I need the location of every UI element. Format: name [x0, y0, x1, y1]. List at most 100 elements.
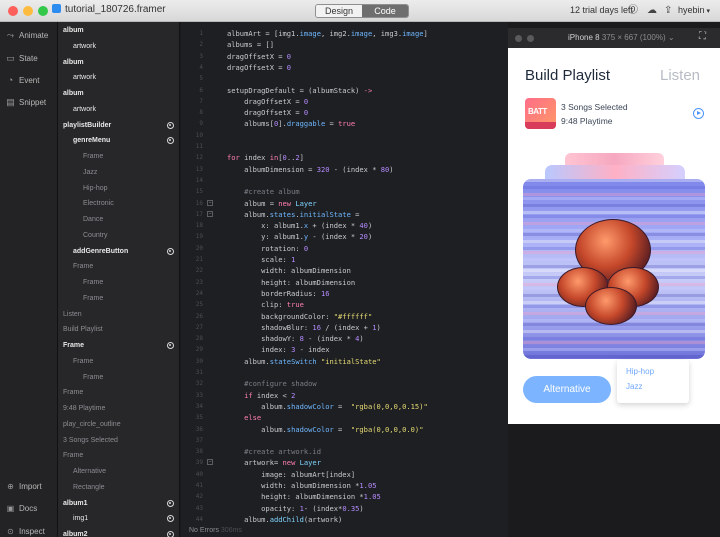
code-line[interactable]: 35 else [181, 412, 508, 423]
nav-event[interactable]: ◔ Event [6, 75, 40, 85]
code-line[interactable]: 8 dragOffsetX = 0 [181, 107, 508, 118]
code-line[interactable]: 31 [181, 367, 508, 378]
layer-row[interactable]: genreMenu [58, 133, 179, 148]
layer-row[interactable]: Frame [58, 448, 179, 463]
layer-row[interactable]: addGenreButton [58, 244, 179, 259]
layer-row[interactable]: Rectangle [58, 480, 179, 495]
genre-jazz[interactable]: Jazz [626, 382, 642, 391]
code-line[interactable]: 39− artwork= new Layer [181, 457, 508, 468]
play-circle-icon[interactable] [693, 108, 704, 119]
code-line[interactable]: 17− album.states.initialState = [181, 209, 508, 220]
layer-row[interactable]: img1 [58, 511, 179, 526]
nav-docs[interactable]: ▣ Docs [6, 504, 38, 513]
nav-animate[interactable]: ⤳ Animate [6, 30, 48, 41]
nav-state[interactable]: ▭ State [6, 53, 37, 64]
code-line[interactable]: 29 index: 3 - index [181, 344, 508, 355]
layer-row[interactable]: album [58, 55, 179, 70]
layer-row[interactable]: 9:48 Playtime [58, 401, 179, 416]
cloud-icon[interactable]: ☁ [647, 5, 657, 16]
layer-row[interactable]: artwork [58, 102, 179, 117]
layer-row[interactable]: Frame [58, 259, 179, 274]
layer-row[interactable]: Hip-hop [58, 181, 179, 196]
code-line[interactable]: 44 album.addChild(artwork) [181, 514, 508, 525]
visibility-toggle-icon[interactable] [167, 499, 174, 507]
minimize-window-button[interactable] [23, 6, 33, 16]
code-line[interactable]: 24 borderRadius: 16 [181, 288, 508, 299]
code-line[interactable]: 7 dragOffsetX = 0 [181, 96, 508, 107]
code-line[interactable]: 42 height: albumDimension *1.05 [181, 491, 508, 502]
code-line[interactable]: 18 x: album1.x + (index * 40) [181, 220, 508, 231]
layer-row[interactable]: 3 Songs Selected [58, 433, 179, 448]
code-line[interactable]: 21 scale: 1 [181, 254, 508, 265]
code-line[interactable]: 3 dragOffsetX = 0 [181, 51, 508, 62]
layer-row[interactable]: Frame [58, 149, 179, 164]
layer-row[interactable]: Jazz [58, 165, 179, 180]
visibility-toggle-icon[interactable] [167, 247, 174, 255]
layer-row[interactable]: Country [58, 228, 179, 243]
code-line[interactable]: 28 shadowY: 8 - (index * 4) [181, 333, 508, 344]
code-line[interactable]: 14 [181, 175, 508, 186]
code-line[interactable]: 5 [181, 73, 508, 84]
code-line[interactable]: 20 rotation: 0 [181, 243, 508, 254]
layer-row[interactable]: artwork [58, 70, 179, 85]
layer-row[interactable]: play_circle_outline [58, 417, 179, 432]
nav-inspect[interactable]: ⊙ Inspect [6, 527, 45, 536]
layer-row[interactable]: Frame [58, 385, 179, 400]
code-line[interactable]: 2 albums = [] [181, 39, 508, 50]
visibility-toggle-icon[interactable] [167, 137, 174, 145]
fold-toggle-icon[interactable]: − [207, 210, 213, 217]
code-line[interactable]: 38 #create artwork.id [181, 446, 508, 457]
code-line[interactable]: 11 [181, 141, 508, 152]
layer-row[interactable]: playlistBuilder [58, 118, 179, 133]
code-editor[interactable]: 1 albumArt = [img1.image, img2.image, img… [181, 22, 508, 537]
code-line[interactable]: 37 [181, 435, 508, 446]
code-line[interactable]: 32 #configure shadow [181, 378, 508, 389]
layer-row[interactable]: Frame [58, 275, 179, 290]
zoom-window-button[interactable] [38, 6, 48, 16]
code-line[interactable]: 34 album.shadowColor = "rgba(0,0,0,0.15)… [181, 401, 508, 412]
genre-hip-hop[interactable]: Hip-hop [626, 367, 654, 376]
code-line[interactable]: 22 width: albumDimension [181, 265, 508, 276]
code-line[interactable]: 12 for index in[0..2] [181, 152, 508, 163]
visibility-toggle-icon[interactable] [167, 531, 174, 537]
layer-row[interactable]: Frame [58, 338, 179, 353]
code-line[interactable]: 1 albumArt = [img1.image, img2.image, img… [181, 28, 508, 39]
fold-toggle-icon[interactable]: − [207, 459, 213, 466]
user-menu[interactable]: hyebin ▾ [678, 5, 710, 15]
listen-tab[interactable]: Listen [660, 67, 700, 84]
code-line[interactable]: 6 setupDragDefault = (albumStack) -> [181, 85, 508, 96]
layer-row[interactable]: Dance [58, 212, 179, 227]
layer-row[interactable]: album [58, 23, 179, 38]
code-line[interactable]: 33 if index < 2 [181, 390, 508, 401]
code-line[interactable]: 27 shadowBlur: 16 / (index + 1) [181, 322, 508, 333]
layer-row[interactable]: Frame [58, 370, 179, 385]
trial-label[interactable]: 12 trial days left [570, 5, 633, 15]
layer-row[interactable]: Frame [58, 291, 179, 306]
device-selector[interactable]: iPhone 8 375 × 667 (100%) ⌄ [568, 33, 675, 42]
tab-code[interactable]: Code [362, 5, 408, 17]
visibility-toggle-icon[interactable] [167, 515, 174, 523]
layer-row[interactable]: Listen [58, 307, 179, 322]
fullscreen-icon[interactable]: ⛶ [699, 31, 706, 42]
code-line[interactable]: 19 y: album1.y - (index * 20) [181, 231, 508, 242]
code-line[interactable]: 4 dragOffsetX = 0 [181, 62, 508, 73]
layer-row[interactable]: Frame [58, 354, 179, 369]
layer-row[interactable]: Alternative [58, 464, 179, 479]
fold-toggle-icon[interactable]: − [207, 199, 213, 206]
code-line[interactable]: 10 [181, 130, 508, 141]
code-line[interactable]: 40 image: albumArt[index] [181, 469, 508, 480]
layer-row[interactable]: album2 [58, 527, 179, 537]
alternative-genre-button[interactable]: Alternative [523, 376, 611, 403]
layer-row[interactable]: Build Playlist [58, 322, 179, 337]
layer-row[interactable]: artwork [58, 39, 179, 54]
help-icon[interactable]: ⓪ [628, 5, 638, 16]
code-line[interactable]: 25 clip: true [181, 299, 508, 310]
code-line[interactable]: 23 height: albumDimension [181, 277, 508, 288]
nav-import[interactable]: ⊕ Import [6, 482, 42, 491]
code-line[interactable]: 30 album.stateSwitch "initialState" [181, 356, 508, 367]
share-icon[interactable]: ⇪ [664, 5, 672, 16]
tab-design[interactable]: Design [316, 5, 362, 17]
code-line[interactable]: 43 opacity: 1- (index*0.35) [181, 503, 508, 514]
layer-row[interactable]: album [58, 86, 179, 101]
layer-row[interactable]: album1 [58, 496, 179, 511]
